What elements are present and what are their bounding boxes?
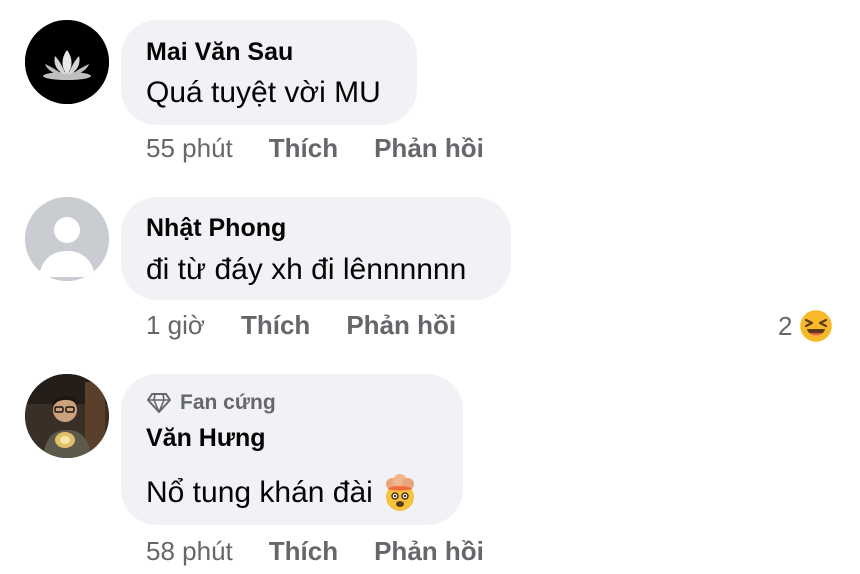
illustrated-person-avatar-icon <box>25 374 109 458</box>
badge-label: Fan cứng <box>180 391 276 414</box>
author-name[interactable]: Văn Hưng <box>146 424 266 453</box>
comment-text-row: Nổ tung khán đài <box>146 474 419 512</box>
comment-text: đi từ đáy xh đi lênnnnnn <box>146 253 467 286</box>
diamond-icon <box>147 393 171 413</box>
timestamp[interactable]: 55 phút <box>146 133 233 164</box>
comment-text: Quá tuyệt vời MU <box>146 76 381 109</box>
author-name[interactable]: Mai Văn Sau <box>146 38 293 67</box>
avatar[interactable] <box>25 374 109 458</box>
reaction-count: 2 <box>778 310 793 341</box>
author-name[interactable]: Nhật Phong <box>146 214 286 243</box>
reply-button[interactable]: Phản hồi <box>374 133 484 164</box>
like-button[interactable]: Thích <box>241 310 310 341</box>
comment-actions: 55 phút Thích Phản hồi <box>146 133 520 164</box>
timestamp[interactable]: 58 phút <box>146 536 233 567</box>
timestamp[interactable]: 1 giờ <box>146 310 205 341</box>
laughing-emoji-icon <box>799 308 834 344</box>
reply-button[interactable]: Phản hồi <box>346 310 456 341</box>
like-button[interactable]: Thích <box>269 133 338 164</box>
exploding-head-emoji-icon <box>385 474 414 511</box>
avatar[interactable] <box>25 197 109 281</box>
lotus-avatar-icon <box>25 20 109 104</box>
comment-actions: 1 giờ Thích Phản hồi <box>146 310 492 341</box>
avatar[interactable] <box>25 20 109 104</box>
comment-actions: 58 phút Thích Phản hồi <box>146 536 520 567</box>
fan-badge[interactable]: Fan cứng <box>146 391 276 415</box>
like-button[interactable]: Thích <box>269 536 338 567</box>
comment-text: Nổ tung khán đài <box>146 476 373 509</box>
reply-button[interactable]: Phản hồi <box>374 536 484 567</box>
default-person-avatar-icon <box>25 197 109 281</box>
reaction-summary[interactable]: 2 <box>778 308 834 344</box>
